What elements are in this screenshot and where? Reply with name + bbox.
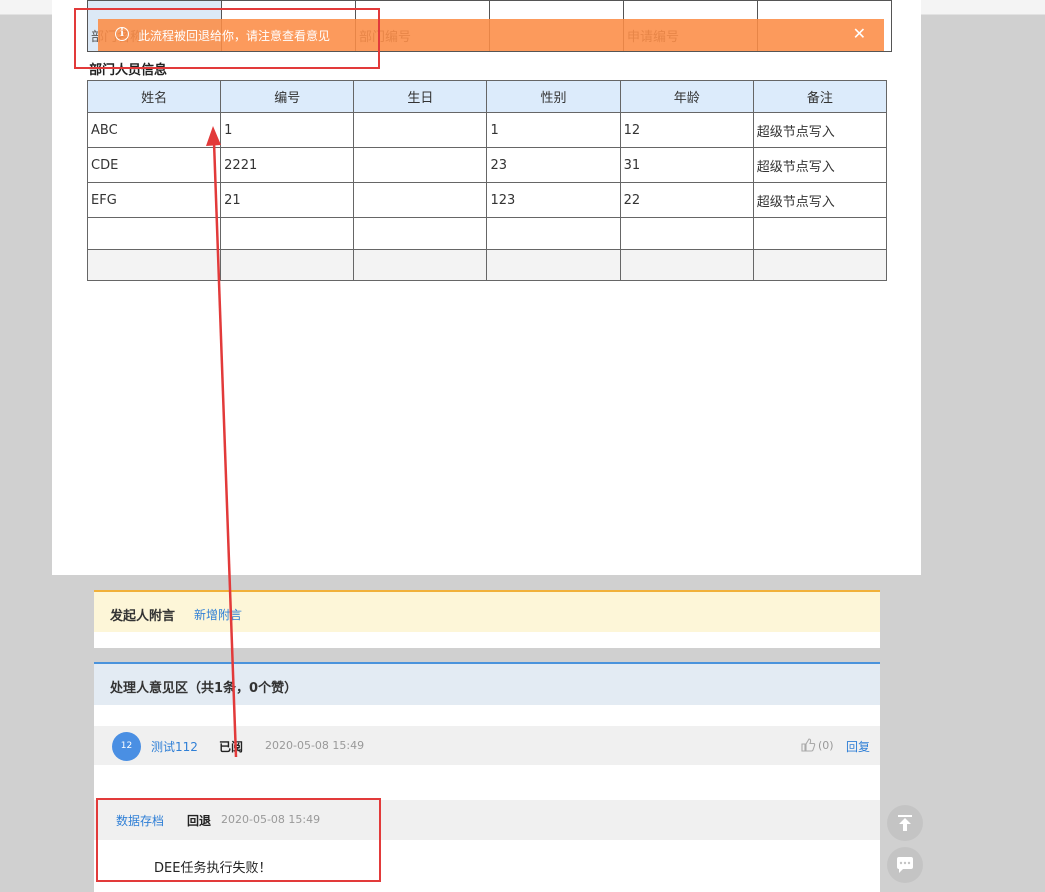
table-row: EFG 21 123 22 超级节点写入 xyxy=(86,182,888,218)
table-cell[interactable]: 22 xyxy=(619,182,754,218)
back-to-top-button[interactable] xyxy=(887,805,923,841)
column-header: 备注 xyxy=(752,80,888,113)
table-row-empty xyxy=(86,217,888,250)
add-note-link[interactable]: 新增附言 xyxy=(194,606,242,623)
table-cell[interactable]: 1 xyxy=(220,112,355,148)
table-cell[interactable] xyxy=(752,249,888,281)
avatar: 12 xyxy=(112,732,141,761)
table-cell[interactable] xyxy=(486,249,621,281)
members-table-header: 姓名 编号 生日 性别 年龄 备注 xyxy=(86,80,888,113)
like-count: (0) xyxy=(818,739,834,752)
opinion-item: 12 测试112 已阅 2020-05-08 15:49 (0) 回复 xyxy=(94,726,880,765)
column-header: 姓名 xyxy=(86,80,222,113)
table-cell[interactable] xyxy=(86,217,222,250)
annotation-box-log xyxy=(96,798,381,882)
initiator-note-section: 发起人附言 新增附言 xyxy=(94,590,880,632)
column-header: 年龄 xyxy=(619,80,754,113)
table-cell[interactable]: 12 xyxy=(619,112,754,148)
column-header: 性别 xyxy=(486,80,621,113)
column-header: 生日 xyxy=(353,80,488,113)
annotation-box-alert xyxy=(74,8,380,69)
table-cell[interactable]: 超级节点写入 xyxy=(752,182,888,218)
table-cell[interactable]: 2221 xyxy=(220,147,355,183)
table-cell[interactable]: ABC xyxy=(86,112,222,148)
table-cell[interactable] xyxy=(86,249,222,281)
thumbs-up-icon[interactable] xyxy=(800,737,816,753)
table-cell[interactable] xyxy=(353,182,488,218)
members-table: 姓名 编号 生日 性别 年龄 备注 ABC 1 1 12 超级节点写入 CDE … xyxy=(86,80,888,281)
column-header: 编号 xyxy=(220,80,355,113)
table-cell[interactable] xyxy=(486,217,621,250)
chat-bubble-icon xyxy=(897,857,913,873)
reply-link[interactable]: 回复 xyxy=(846,738,870,755)
table-cell[interactable] xyxy=(220,217,355,250)
table-cell[interactable]: 23 xyxy=(486,147,621,183)
table-row: CDE 2221 23 31 超级节点写入 xyxy=(86,147,888,183)
table-cell[interactable]: 21 xyxy=(220,182,355,218)
table-row-empty xyxy=(86,249,888,281)
initiator-note-body xyxy=(94,632,880,648)
table-cell[interactable] xyxy=(619,217,754,250)
table-cell[interactable] xyxy=(353,112,488,148)
opinion-section-title: 处理人意见区（共1条，0个赞） xyxy=(110,681,298,696)
close-icon[interactable]: ✕ xyxy=(853,24,866,43)
opinion-section-header: 处理人意见区（共1条，0个赞） xyxy=(94,662,880,705)
table-cell[interactable] xyxy=(353,249,488,281)
table-cell[interactable]: 1 xyxy=(486,112,621,148)
chat-button[interactable] xyxy=(887,847,923,883)
initiator-note-title: 发起人附言 xyxy=(110,609,176,624)
table-cell[interactable] xyxy=(619,249,754,281)
table-cell[interactable]: 超级节点写入 xyxy=(752,112,888,148)
table-cell[interactable] xyxy=(353,217,488,250)
table-row: ABC 1 1 12 超级节点写入 xyxy=(86,112,888,148)
opinion-spacer xyxy=(94,705,880,726)
table-cell[interactable]: CDE xyxy=(86,147,222,183)
back-to-top-icon xyxy=(898,815,912,831)
opinion-action: 已阅 xyxy=(219,740,244,754)
table-cell[interactable]: EFG xyxy=(86,182,222,218)
opinion-spacer xyxy=(94,765,880,800)
table-cell[interactable]: 超级节点写入 xyxy=(752,147,888,183)
table-cell[interactable] xyxy=(353,147,488,183)
opinion-user-link[interactable]: 测试112 xyxy=(151,738,198,755)
opinion-time: 2020-05-08 15:49 xyxy=(265,739,365,752)
table-cell[interactable]: 31 xyxy=(619,147,754,183)
table-cell[interactable]: 123 xyxy=(486,182,621,218)
table-cell[interactable] xyxy=(752,217,888,250)
table-cell[interactable] xyxy=(220,249,355,281)
